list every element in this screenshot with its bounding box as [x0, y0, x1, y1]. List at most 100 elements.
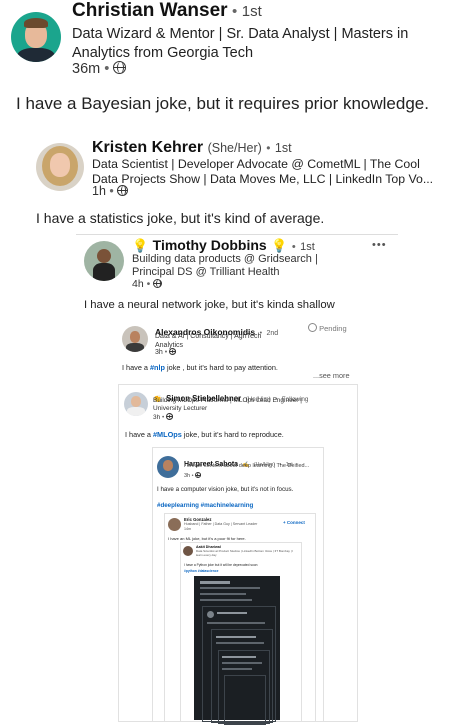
lightbulb-icon: 💡	[271, 238, 288, 253]
globe-icon	[195, 472, 202, 478]
author-headline: Data Scientist at Product Studios | Link…	[196, 549, 294, 557]
post2-header: Kristen Kehrer (She/Her) • 1st	[92, 139, 292, 157]
post-meta: 4h •	[132, 278, 163, 290]
hashtag-link[interactable]: #python #datascience	[184, 569, 218, 573]
avatar-aakit-dhariwal[interactable]	[183, 546, 193, 556]
headline-line: Building MLOps Platforms | MLOps Lead En…	[153, 397, 302, 404]
post-body: I have a neural network joke, but it's k…	[84, 299, 335, 311]
dark-post-line	[216, 636, 256, 638]
avatar-christian-wanser[interactable]	[11, 12, 61, 62]
dark-nested-card	[218, 650, 270, 725]
avatar-hair	[24, 18, 48, 28]
connection-degree: 2nd	[266, 330, 279, 337]
post-text: joke, but it's hard to reproduce.	[181, 430, 284, 439]
globe-icon	[169, 348, 177, 355]
connection-degree: 1st	[241, 3, 262, 20]
post-time: 4h	[132, 278, 144, 290]
hashtag-link[interactable]: #nlp	[150, 363, 165, 372]
separator-dot: •	[164, 349, 168, 356]
separator-dot: •	[191, 473, 194, 479]
embedded-dark-screenshot	[194, 576, 280, 725]
see-more-link[interactable]: ...see more	[313, 371, 350, 380]
avatar-kristen-kehrer[interactable]	[36, 143, 84, 191]
avatar-simon-stiebellehner[interactable]	[124, 392, 148, 416]
post-body: I have a Bayesian joke, but it requires …	[16, 94, 429, 113]
post-text: joke , but it's hard to pay attention.	[165, 363, 278, 372]
separator-dot: •	[162, 414, 165, 421]
dark-post-line	[222, 668, 252, 670]
dark-nested-card	[211, 629, 273, 725]
avatar-face	[130, 331, 140, 343]
globe-icon	[117, 185, 129, 196]
author-headline: Data Wizard & Mentor | Sr. Data Analyst …	[72, 25, 408, 63]
dark-post-line	[200, 593, 246, 595]
post1-header: Christian Wanser • 1st	[72, 0, 262, 22]
post-meta: 1h •	[92, 184, 129, 198]
author-name[interactable]: Timothy Dobbins	[153, 237, 267, 253]
separator-dot: •	[291, 241, 296, 253]
headline-line: Data Projects Show | Data Moves Me, LLC …	[92, 172, 434, 186]
author-headline: Building MLOps Platforms | MLOps Lead En…	[153, 397, 302, 413]
avatar-shirt	[17, 48, 55, 62]
post-time: 36m	[72, 61, 101, 77]
separator-dot: •	[266, 141, 271, 155]
dark-post-line	[200, 599, 252, 601]
post-body: I have a Python joke but it will be depr…	[184, 563, 258, 567]
post-body: I have a statistics joke, but it's kind …	[36, 210, 325, 226]
post-text: I have a	[122, 363, 150, 372]
avatar-face	[163, 460, 173, 471]
dark-post-line	[222, 662, 262, 664]
headline-line: University Lecturer	[153, 405, 208, 412]
post-body: I have a #nlp joke , but it's hard to pa…	[122, 363, 278, 372]
pending-label: Pending	[319, 324, 347, 333]
author-pronouns: (She/Her)	[207, 141, 262, 155]
avatar-harpreet-sahota[interactable]	[157, 456, 179, 478]
headline-line: Data Wizard & Mentor | Sr. Data Analyst …	[72, 26, 409, 42]
dark-post-line	[216, 642, 264, 644]
connect-label: Connect	[286, 520, 305, 525]
separator-dot: •	[232, 3, 238, 20]
avatar-eric-gonzalez[interactable]	[168, 518, 181, 531]
avatar-figure	[97, 249, 111, 263]
avatar-body	[126, 343, 144, 352]
post-body: I have a computer vision joke, but it's …	[157, 486, 294, 493]
author-name[interactable]: Christian Wanser	[72, 0, 228, 21]
globe-icon	[166, 413, 174, 420]
dark-nested-avatar	[207, 611, 214, 618]
avatar-timothy-dobbins[interactable]	[84, 241, 124, 281]
avatar-body	[127, 407, 145, 416]
lightbulb-icon: 💡	[132, 238, 149, 253]
separator-dot: •	[109, 184, 114, 198]
author-name[interactable]: Kristen Kehrer	[92, 139, 203, 156]
dark-post-line	[222, 656, 256, 658]
more-options-button[interactable]: •••	[372, 239, 387, 251]
add-icon: +	[283, 520, 286, 525]
pending-status[interactable]: Pending	[308, 323, 347, 333]
post-time: 3h	[184, 473, 191, 479]
connection-degree: 1st	[300, 241, 315, 253]
post-text: I have a	[125, 430, 153, 439]
post-meta: 3h •	[155, 348, 177, 356]
connection-degree: 1st	[274, 141, 292, 155]
post-time: 1h	[92, 184, 106, 198]
dark-post-line	[217, 612, 247, 614]
hashtag-link[interactable]: #deeplearning #machinelearning	[157, 502, 253, 509]
separator-dot: •	[146, 278, 151, 290]
hashtag-link[interactable]: #MLOps	[153, 430, 182, 439]
separator-dot: •	[104, 61, 110, 77]
author-headline: Building data products @ Gridsearch | Pr…	[132, 253, 318, 279]
connect-button[interactable]: + Connect	[283, 520, 305, 525]
author-headline: Data Scientist | Developer Advocate @ Co…	[92, 157, 433, 187]
headline-line: Data Scientist | Developer Advocate @ Co…	[92, 157, 420, 171]
avatar-alexandros-oikonomidis[interactable]	[122, 326, 148, 352]
post-time: 14m	[184, 527, 191, 531]
post-body: I have an ML joke, but it's a poor fit f…	[168, 536, 246, 541]
avatar-face	[50, 153, 70, 177]
dark-nested-card	[202, 606, 276, 725]
post-body: I have a #MLOps joke, but it's hard to r…	[125, 430, 284, 439]
post-meta: 3h •	[184, 472, 202, 479]
post-time: 3h	[153, 414, 161, 421]
avatar-face	[131, 396, 141, 407]
headline-line: Building data products @ Gridsearch |	[132, 253, 318, 265]
dark-post-line	[200, 587, 260, 589]
